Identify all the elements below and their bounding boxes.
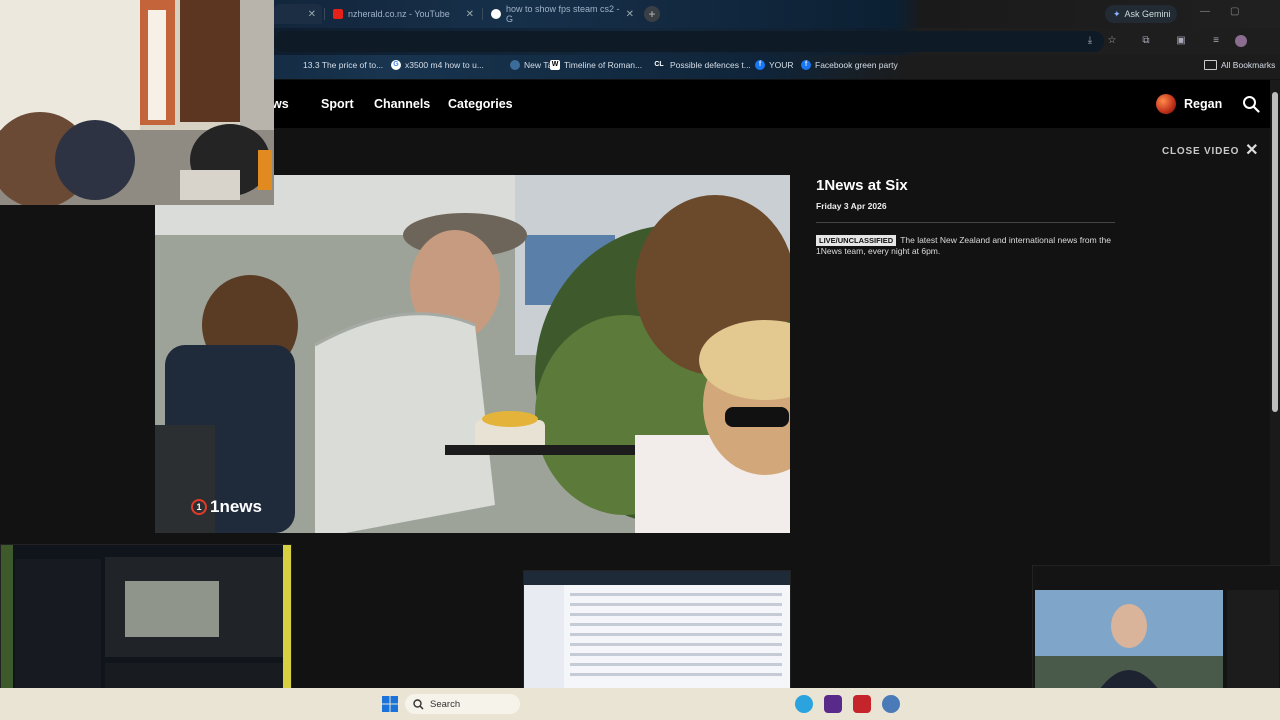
google-icon bbox=[491, 9, 501, 19]
windows-start-icon[interactable] bbox=[382, 696, 398, 712]
browser-tab-3[interactable]: how to show fps steam cs2 - G ✕ bbox=[485, 4, 640, 24]
browser-tab-2[interactable]: nzherald.co.nz - YouTube ✕ bbox=[327, 4, 480, 24]
divider bbox=[816, 222, 1115, 223]
ask-gemini-button[interactable]: ✦ Ask Gemini bbox=[1105, 5, 1177, 23]
nav-categories[interactable]: Categories bbox=[448, 97, 513, 111]
bookmark-label: x3500 m4 how to u... bbox=[405, 60, 484, 70]
user-profile-button[interactable]: Regan bbox=[1156, 94, 1222, 114]
tab-title: nzherald.co.nz - YouTube bbox=[348, 9, 450, 19]
ask-gemini-label: Ask Gemini bbox=[1124, 9, 1171, 19]
bookmark-label: YOUR bbox=[769, 60, 794, 70]
nav-channels[interactable]: Channels bbox=[374, 97, 430, 111]
1news-logo-icon: 1 bbox=[191, 499, 207, 515]
app-icon[interactable] bbox=[824, 695, 842, 713]
cl-icon: CL bbox=[654, 61, 664, 68]
watermark-text: 1news bbox=[210, 497, 262, 516]
video-player[interactable]: 1 1news bbox=[155, 175, 790, 533]
avatar bbox=[1156, 94, 1176, 114]
close-icon: ✕ bbox=[1245, 142, 1260, 159]
lightning-app-icon[interactable] bbox=[853, 695, 871, 713]
bookmark-item[interactable]: f YOUR bbox=[755, 60, 794, 70]
settings-icon[interactable] bbox=[882, 695, 900, 713]
bookmark-label: 13.3 The price of to... bbox=[303, 60, 384, 70]
all-bookmarks-label: All Bookmarks bbox=[1221, 60, 1276, 70]
omnibox[interactable] bbox=[274, 31, 1104, 52]
maximize-icon[interactable]: ▢ bbox=[1230, 6, 1239, 17]
browser-tab-1[interactable]: ✕ bbox=[274, 4, 322, 24]
new-tab-button[interactable]: + bbox=[644, 6, 660, 22]
telegram-icon[interactable] bbox=[795, 695, 813, 713]
close-tab-icon[interactable]: ✕ bbox=[626, 9, 634, 20]
bookmark-label: Timeline of Roman... bbox=[564, 60, 643, 70]
facebook-icon: f bbox=[801, 60, 811, 70]
nav-sport[interactable]: Sport bbox=[321, 97, 354, 111]
taskbar-search[interactable]: Search bbox=[405, 694, 520, 714]
bookmark-label: Possible defences t... bbox=[670, 60, 751, 70]
split-view-icon[interactable]: ▣ bbox=[1175, 35, 1187, 47]
bookmark-star-icon[interactable]: ☆ bbox=[1106, 35, 1118, 47]
bookmark-item[interactable]: f Facebook green party bbox=[801, 60, 898, 70]
tab-separator bbox=[482, 8, 483, 20]
reading-list-icon[interactable]: ≡ bbox=[1210, 35, 1222, 47]
webcam-overlay bbox=[0, 0, 274, 205]
bookmark-item[interactable]: CL Possible defences t... bbox=[652, 60, 751, 70]
taskbar-search-label: Search bbox=[430, 698, 461, 710]
folder-icon bbox=[1204, 60, 1217, 70]
webcam-image bbox=[0, 0, 274, 205]
minimize-icon[interactable]: — bbox=[1200, 6, 1210, 17]
close-video-button[interactable]: CLOSE VIDEO ✕ bbox=[1162, 142, 1260, 159]
globe-icon bbox=[510, 60, 520, 70]
windows-taskbar bbox=[0, 688, 1280, 720]
facebook-icon: f bbox=[755, 60, 765, 70]
video-date: Friday 3 Apr 2026 bbox=[816, 201, 887, 211]
bookmark-label: Facebook green party bbox=[815, 60, 898, 70]
install-app-icon[interactable]: ⤓ bbox=[1084, 35, 1096, 47]
bookmark-item[interactable]: G x3500 m4 how to u... bbox=[391, 60, 484, 70]
video-watermark: 1 1news bbox=[191, 497, 262, 517]
tab-separator bbox=[324, 8, 325, 20]
search-icon bbox=[413, 698, 424, 710]
profile-icon[interactable] bbox=[1235, 35, 1247, 47]
wikipedia-icon: W bbox=[550, 60, 560, 70]
extensions-icon[interactable]: ⧉ bbox=[1140, 35, 1152, 47]
search-icon[interactable] bbox=[1242, 95, 1260, 113]
all-bookmarks[interactable]: All Bookmarks bbox=[1204, 60, 1275, 70]
youtube-icon bbox=[333, 9, 343, 19]
bookmark-item[interactable]: W Timeline of Roman... bbox=[550, 60, 642, 70]
close-tab-icon[interactable]: ✕ bbox=[308, 9, 316, 20]
video-title: 1News at Six bbox=[816, 177, 908, 194]
video-description-block: LIVE/UNCLASSIFIED The latest New Zealand … bbox=[816, 235, 1116, 257]
close-video-label: CLOSE VIDEO bbox=[1162, 145, 1240, 157]
bookmark-item[interactable]: 13.3 The price of to... bbox=[303, 60, 383, 70]
user-name: Regan bbox=[1184, 97, 1223, 111]
google-icon: G bbox=[391, 60, 401, 70]
close-tab-icon[interactable]: ✕ bbox=[466, 9, 474, 20]
scrollbar-thumb[interactable] bbox=[1272, 92, 1278, 412]
tab-title: how to show fps steam cs2 - G bbox=[506, 4, 620, 24]
sparkle-icon: ✦ bbox=[1113, 8, 1121, 19]
video-frame bbox=[155, 175, 790, 533]
classification-badge: LIVE/UNCLASSIFIED bbox=[816, 235, 897, 246]
